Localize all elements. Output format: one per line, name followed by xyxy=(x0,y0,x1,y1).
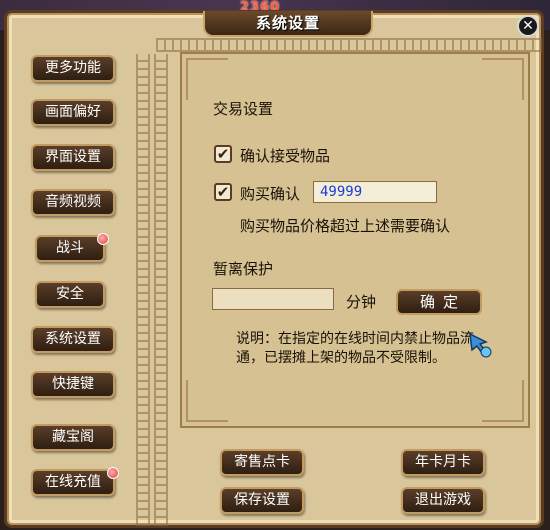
confirm-receive-checkbox[interactable]: ✔ xyxy=(214,145,232,163)
exit-game-button[interactable]: 退出游戏 xyxy=(401,487,485,514)
sidebar-item-combat[interactable]: 战斗 xyxy=(35,233,109,262)
left-fret-border xyxy=(136,54,150,526)
consign-card-button[interactable]: 寄售点卡 xyxy=(220,449,304,476)
top-fret-border xyxy=(156,38,542,52)
left-fret-border-inner xyxy=(154,54,168,526)
purchase-confirm-label: 购买确认 xyxy=(240,185,301,203)
sidebar-item-interface-settings[interactable]: 界面设置 xyxy=(31,144,115,171)
away-section-title: 暂离保护 xyxy=(213,260,274,278)
trade-section-title: 交易设置 xyxy=(213,100,274,118)
confirm-receive-label: 确认接受物品 xyxy=(240,147,331,165)
save-settings-button[interactable]: 保存设置 xyxy=(220,487,304,514)
sidebar-item-hotkeys[interactable]: 快捷键 xyxy=(31,371,115,398)
sidebar-item-more-features[interactable]: 更多功能 xyxy=(31,55,115,82)
minutes-unit-label: 分钟 xyxy=(346,293,377,311)
notification-badge-icon xyxy=(97,233,109,245)
title-bar: 系统设置 xyxy=(203,11,373,37)
sidebar-item-system-settings[interactable]: 系统设置 xyxy=(31,326,115,353)
purchase-price-input[interactable]: 49999 xyxy=(313,181,437,203)
hand-pointer-icon xyxy=(469,332,492,358)
purchase-confirm-checkbox[interactable]: ✔ xyxy=(214,183,232,201)
purchase-hint: 购买物品价格超过上述需要确认 xyxy=(240,217,451,235)
notification-badge-icon xyxy=(107,467,119,479)
check-icon: ✔ xyxy=(216,183,230,201)
panel-corner-ornament xyxy=(482,58,524,100)
sidebar-item-audio-video[interactable]: 音频视频 xyxy=(31,189,115,216)
sidebar-item-display-preferences[interactable]: 画面偏好 xyxy=(31,99,115,126)
close-icon[interactable]: ✕ xyxy=(517,15,539,37)
away-confirm-button[interactable]: 确定 xyxy=(396,289,482,315)
away-minutes-input[interactable] xyxy=(212,288,334,310)
year-month-card-button[interactable]: 年卡月卡 xyxy=(401,449,485,476)
away-note: 说明：在指定的在线时间内禁止物品流通，已摆摊上架的物品不受限制。 xyxy=(236,331,474,366)
check-icon: ✔ xyxy=(216,145,230,163)
sidebar-item-online-recharge[interactable]: 在线充值 xyxy=(31,467,119,496)
panel-corner-ornament xyxy=(186,380,228,422)
sidebar-item-security[interactable]: 安全 xyxy=(35,281,105,308)
panel-corner-ornament xyxy=(482,380,524,422)
sidebar-item-treasure-pavilion[interactable]: 藏宝阁 xyxy=(31,424,115,451)
panel-corner-ornament xyxy=(186,58,228,100)
window-title: 系统设置 xyxy=(255,14,320,32)
